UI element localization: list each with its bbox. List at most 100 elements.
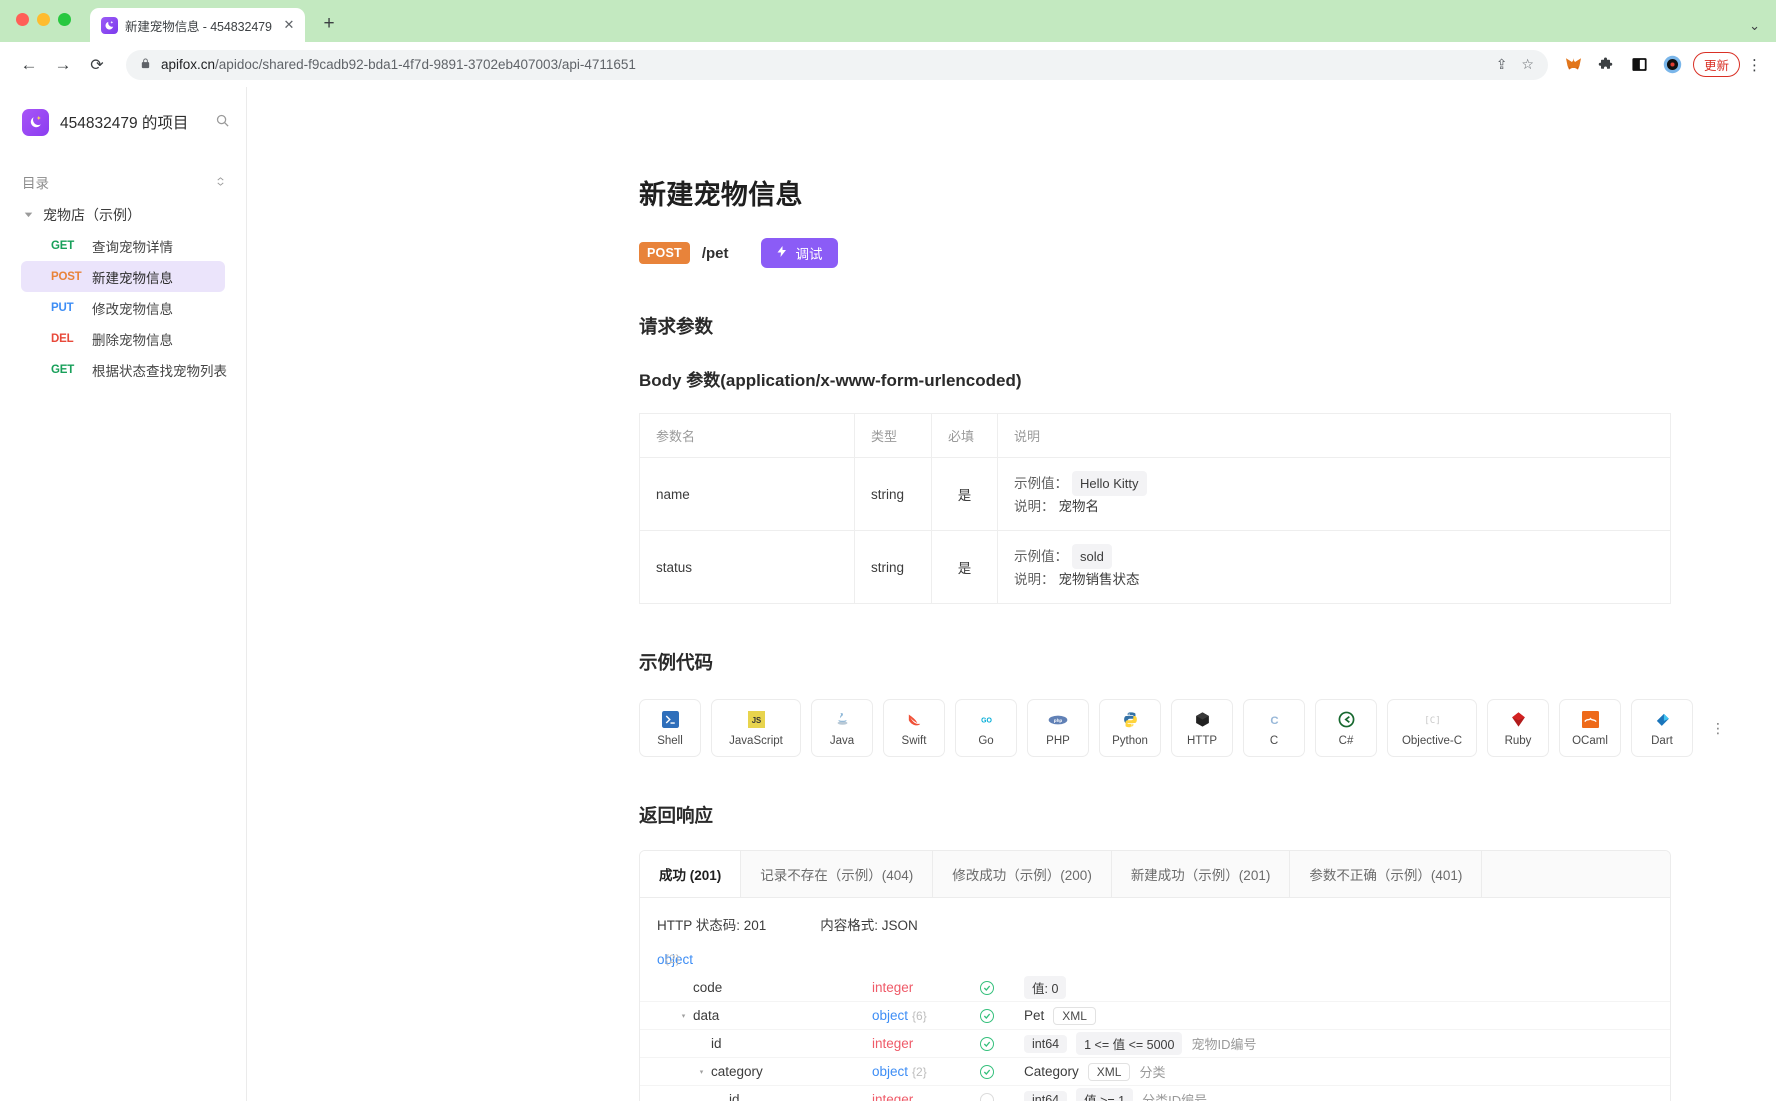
window-traffic-lights xyxy=(16,13,71,26)
chevron-down-icon[interactable] xyxy=(22,210,34,219)
new-tab-button[interactable]: + xyxy=(315,10,343,38)
project-header[interactable]: 454832479 的项目 xyxy=(0,105,246,139)
sidebar-item-2[interactable]: POST 新建宠物信息 xyxy=(21,261,225,292)
forward-button[interactable]: → xyxy=(48,50,78,80)
address-bar[interactable]: apifox.cn/apidoc/shared-f9cadb92-bda1-4f… xyxy=(126,49,1548,80)
schema-tag-value: 值: 0 xyxy=(1024,976,1067,999)
reload-button[interactable]: ⟳ xyxy=(82,50,112,80)
sidebar-item-3[interactable]: PUT 修改宠物信息 xyxy=(21,292,225,323)
language-tab-http[interactable]: HTTP xyxy=(1171,699,1233,757)
chevron-down-icon[interactable]: ⌄ xyxy=(1749,18,1760,34)
schema-type: integer xyxy=(872,980,914,995)
schema-required-cell xyxy=(980,1008,1024,1023)
param-example-value: sold xyxy=(1072,544,1112,569)
language-tab-php[interactable]: php PHP xyxy=(1027,699,1089,757)
chevron-down-icon[interactable]: ▾ xyxy=(677,1012,690,1020)
language-tab-label: Objective-C xyxy=(1401,734,1463,747)
url-host: apifox.cn xyxy=(161,57,216,72)
update-button[interactable]: 更新 xyxy=(1692,52,1740,77)
response-tab-4[interactable]: 新建成功（示例）(201) xyxy=(1111,851,1291,897)
schema-key: id xyxy=(729,1092,740,1101)
sidebar-item-method: DEL xyxy=(51,332,74,345)
chevron-down-icon[interactable]: ▾ xyxy=(695,1068,708,1076)
collapse-icon[interactable] xyxy=(215,176,226,189)
schema-extra-cell: Category XML 分类 xyxy=(1024,1062,1165,1081)
schema-extra-cell: Pet XML xyxy=(1024,1006,1096,1025)
table-row: status string 是示例值： sold 说明： 宠物销售状态 xyxy=(639,530,1671,604)
catalog-label: 目录 xyxy=(22,176,49,191)
language-tab-label: Shell xyxy=(657,734,683,747)
schema-type: object xyxy=(872,1008,909,1023)
schema-required-cell xyxy=(980,1064,1024,1079)
schema-tag-xml[interactable]: XML xyxy=(1053,1006,1096,1025)
sidebar-item-4[interactable]: DEL 删除宠物信息 xyxy=(21,323,225,354)
go-icon: GO xyxy=(976,710,996,730)
language-tab-swift[interactable]: Swift xyxy=(883,699,945,757)
share-icon[interactable]: ⇪ xyxy=(1496,56,1508,73)
schema-row: code integer 值: 0 xyxy=(640,974,1670,1002)
php-icon: php xyxy=(1048,710,1068,730)
back-button[interactable]: ← xyxy=(14,50,44,80)
minimize-window-button[interactable] xyxy=(37,13,50,26)
browser-tab[interactable]: 新建宠物信息 - 454832479 的项 ✕ xyxy=(90,8,305,42)
sidebar-group-petstore[interactable]: 宠物店（示例） xyxy=(0,199,246,230)
schema-tag-xml[interactable]: XML xyxy=(1087,1062,1131,1081)
extension-icons xyxy=(1562,55,1683,75)
schema-required-cell xyxy=(980,1092,1024,1101)
language-tab-objective-c[interactable]: [C] Objective-C xyxy=(1387,699,1477,757)
close-icon[interactable]: ✕ xyxy=(281,17,297,33)
debug-button[interactable]: 调试 xyxy=(760,238,838,268)
param-name: name xyxy=(639,457,855,531)
puzzle-extensions-icon[interactable] xyxy=(1597,55,1617,75)
language-list: Shell JS JavaScript Java Swift GO Go php PHP Pyth… xyxy=(639,699,1693,757)
language-tab-dart[interactable]: Dart xyxy=(1631,699,1693,757)
schema-key: data xyxy=(693,1008,720,1023)
language-tab-ruby[interactable]: Ruby xyxy=(1487,699,1549,757)
schema-extra-cell: int64 1 <= 值 <= 5000 宠物ID编号 xyxy=(1024,1032,1256,1055)
maximize-window-button[interactable] xyxy=(58,13,71,26)
language-tab-label: Ruby xyxy=(1504,734,1532,747)
language-tab-javascript[interactable]: JS JavaScript xyxy=(711,699,801,757)
apifox-app: 454832479 的项目 目录 宠物店（示例） GET 查询宠物详情 POST 新建… xyxy=(0,87,1776,1101)
sidebar-item-5[interactable]: GET 根据状态查找宠物列表 xyxy=(21,354,227,385)
schema-key: id xyxy=(711,1036,722,1051)
language-tab-c[interactable]: CC xyxy=(1243,699,1305,757)
language-tab-java[interactable]: Java xyxy=(811,699,873,757)
params-th-required: 必填 xyxy=(931,413,998,458)
language-tab-ocaml[interactable]: OCaml xyxy=(1559,699,1621,757)
response-status-code: HTTP 状态码: 201 xyxy=(657,918,767,933)
more-languages-icon[interactable]: ⋮ xyxy=(1711,721,1725,735)
sidebar-item-1[interactable]: GET 查询宠物详情 xyxy=(21,230,225,261)
metamask-fox-icon[interactable] xyxy=(1564,55,1584,75)
recorder-circle-icon[interactable] xyxy=(1663,55,1683,75)
response-tab-1[interactable]: 成功 (201) xyxy=(640,851,742,897)
schema-key: code xyxy=(693,980,723,995)
language-tab-shell[interactable]: Shell xyxy=(639,699,701,757)
schema-extra-cell: int64 值 >= 1 分类ID编号 xyxy=(1024,1088,1207,1101)
language-tab-python[interactable]: Python xyxy=(1099,699,1161,757)
param-desc-line: 说明： 宠物销售状态 xyxy=(1014,569,1654,590)
browser-chrome: 新建宠物信息 - 454832479 的项 ✕ + ⌄ ← → ⟳ apifox… xyxy=(0,0,1776,87)
c-icon: C xyxy=(1264,710,1284,730)
content-inner: 新建宠物信息 POST /pet 调试 请求参数 Body 参数(applica… xyxy=(639,173,1725,1101)
lock-icon xyxy=(140,57,151,73)
browser-tab-title: 新建宠物信息 - 454832479 的项 xyxy=(125,19,274,34)
svg-text:[C]: [C] xyxy=(1424,715,1441,726)
empty-circle-icon xyxy=(980,1092,994,1101)
response-tab-3[interactable]: 修改成功（示例）(200) xyxy=(933,851,1112,897)
search-icon[interactable] xyxy=(215,113,230,131)
sidebar-panel-icon[interactable] xyxy=(1630,55,1650,75)
http-icon xyxy=(1192,710,1212,730)
close-window-button[interactable] xyxy=(16,13,29,26)
response-tab-5[interactable]: 参数不正确（示例）(401) xyxy=(1290,851,1483,897)
response-tab-2[interactable]: 记录不存在（示例）(404) xyxy=(741,851,934,897)
language-tab-go[interactable]: GO Go xyxy=(955,699,1017,757)
language-tab-c-[interactable]: C# xyxy=(1315,699,1377,757)
ruby-icon xyxy=(1508,710,1528,730)
project-logo-icon xyxy=(22,108,49,136)
bookmark-icon[interactable]: ☆ xyxy=(1521,56,1534,73)
params-th-desc: 说明 xyxy=(997,413,1671,458)
moon-star-icon xyxy=(101,16,118,34)
schema-model-name: Category xyxy=(1024,1064,1079,1079)
browser-menu-icon[interactable]: ⋮ xyxy=(1747,56,1762,74)
